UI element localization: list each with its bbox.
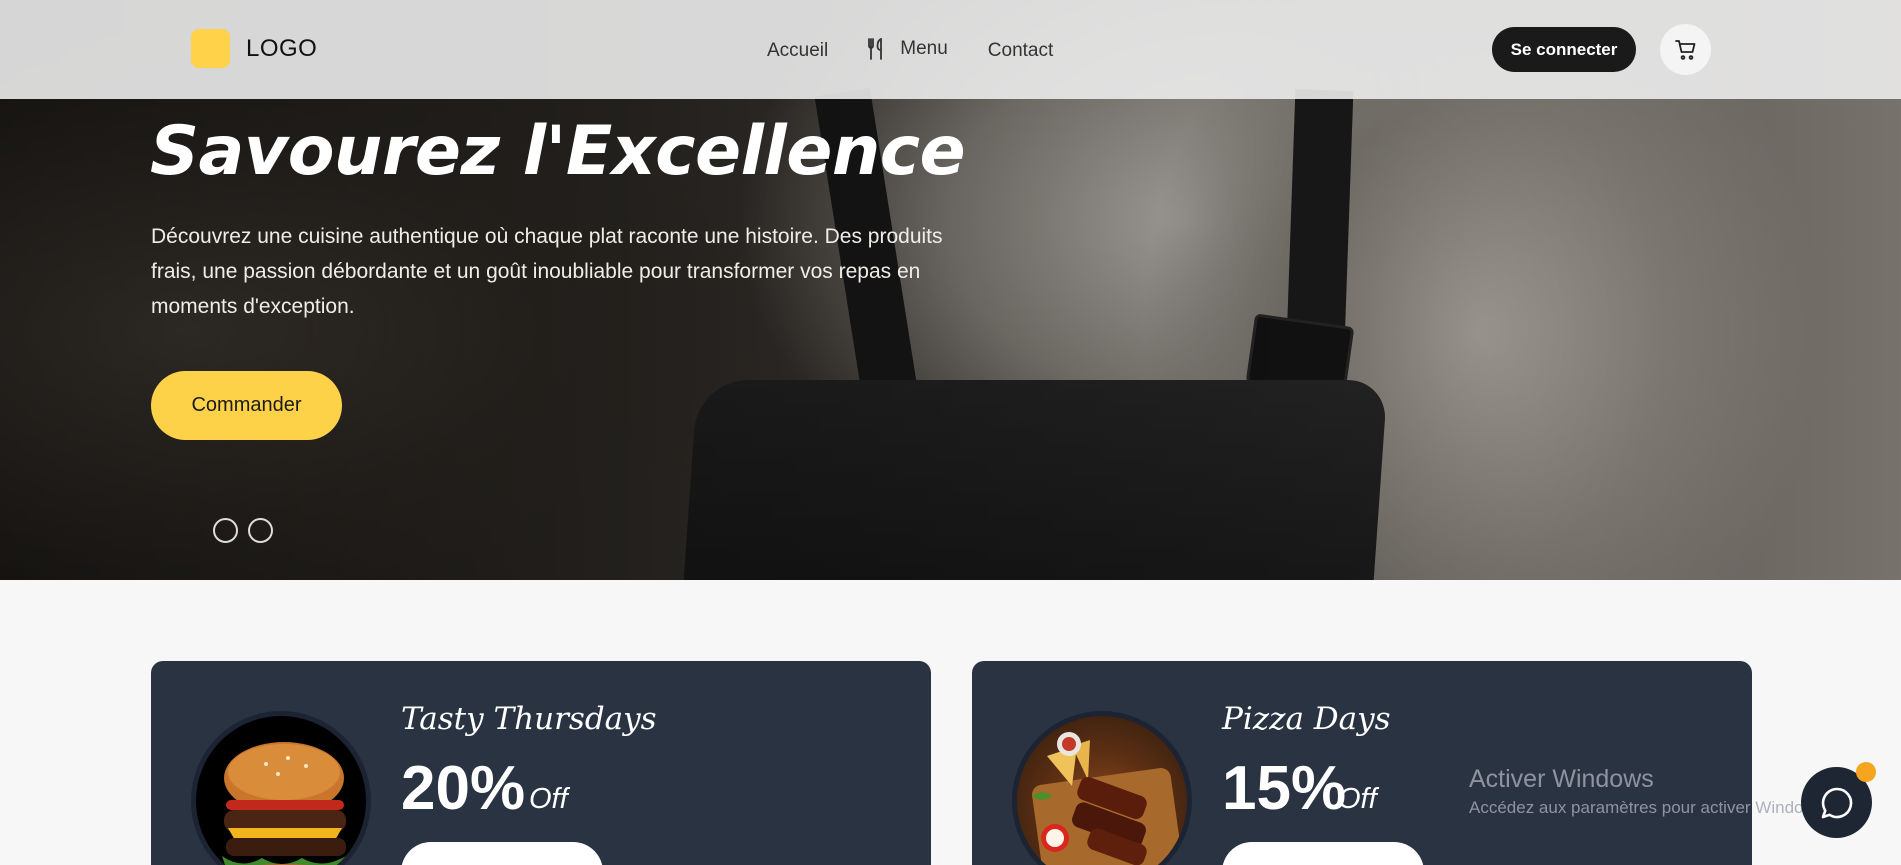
burger-image	[191, 711, 371, 865]
promo-off-label: Off	[1338, 783, 1377, 815]
logo-text: LOGO	[246, 34, 318, 62]
site-header: LOGO Accueil Menu Contact Se connecter	[0, 0, 1901, 99]
main-nav: Accueil Menu Contact	[767, 36, 1053, 62]
promo-order-button[interactable]	[1222, 842, 1424, 865]
nav-menu-label: Menu	[900, 38, 948, 59]
nav-accueil[interactable]: Accueil	[767, 40, 828, 62]
hero-description: Découvrez une cuisine authentique où cha…	[151, 225, 943, 318]
promo-percent: 15%	[1222, 754, 1347, 823]
promo-card-tasty-thursdays: Tasty Thursdays 20% Off	[151, 661, 931, 865]
watermark-title: Activer Windows	[1469, 765, 1654, 793]
promo-title: Tasty Thursdays	[401, 701, 657, 737]
chat-icon	[1821, 787, 1852, 818]
cart-button[interactable]	[1660, 24, 1711, 75]
promo-off-label: Off	[529, 783, 568, 815]
carousel-dot-1[interactable]	[213, 518, 238, 543]
nav-contact[interactable]: Contact	[988, 40, 1053, 62]
windows-activation-watermark: Activer Windows Accédez aux paramètres p…	[1469, 765, 1829, 818]
nav-menu[interactable]: Menu	[866, 38, 948, 60]
hero-title: Savourez l'Excellence	[150, 112, 966, 191]
promo-order-button[interactable]	[401, 842, 603, 865]
carousel-dot-2[interactable]	[248, 518, 273, 543]
order-button[interactable]: Commander	[151, 371, 342, 440]
chat-notification-badge	[1856, 762, 1876, 782]
cart-icon	[1674, 39, 1695, 60]
promo-card-pizza-days: Pizza Days 15% Off	[972, 661, 1752, 865]
promo-percent: 20%	[401, 754, 526, 823]
ribs-image	[1012, 711, 1192, 865]
promo-title: Pizza Days	[1222, 701, 1391, 737]
login-button[interactable]: Se connecter	[1492, 27, 1636, 72]
logo[interactable]: LOGO	[191, 29, 317, 68]
logo-mark	[191, 29, 230, 68]
carousel-dots	[213, 518, 283, 543]
utensils-icon	[868, 38, 883, 60]
watermark-subtitle: Accédez aux paramètres pour activer Wind…	[1469, 798, 1829, 817]
